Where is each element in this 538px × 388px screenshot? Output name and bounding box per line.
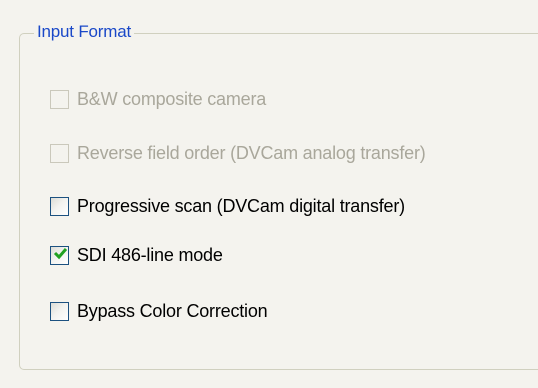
option-label[interactable]: Bypass Color Correction: [77, 301, 268, 322]
groupbox-title: Input Format: [34, 21, 134, 43]
bypass-color-correction-checkbox[interactable]: [50, 301, 69, 321]
option-label: Reverse field order (DVCam analog transf…: [77, 142, 426, 163]
option-bypass-color-correction[interactable]: Bypass Color Correction: [50, 299, 268, 323]
option-reverse-field-order: Reverse field order (DVCam analog transf…: [50, 141, 426, 165]
reverse-field-order-checkbox: [50, 143, 69, 163]
dialog-panel: Input Format B&W composite camera Revers…: [0, 0, 538, 388]
checkmark-icon: [53, 247, 68, 259]
option-label[interactable]: SDI 486-line mode: [77, 245, 223, 266]
progressive-scan-checkbox[interactable]: [50, 196, 69, 216]
option-bw-composite-camera: B&W composite camera: [50, 87, 266, 111]
bw-composite-camera-checkbox: [50, 89, 69, 109]
sdi-486-line-mode-checkbox[interactable]: [50, 245, 69, 265]
option-label: B&W composite camera: [77, 88, 267, 109]
option-sdi-486-line-mode[interactable]: SDI 486-line mode: [50, 243, 223, 267]
option-label[interactable]: Progressive scan (DVCam digital transfer…: [77, 196, 405, 217]
option-progressive-scan[interactable]: Progressive scan (DVCam digital transfer…: [50, 194, 405, 218]
